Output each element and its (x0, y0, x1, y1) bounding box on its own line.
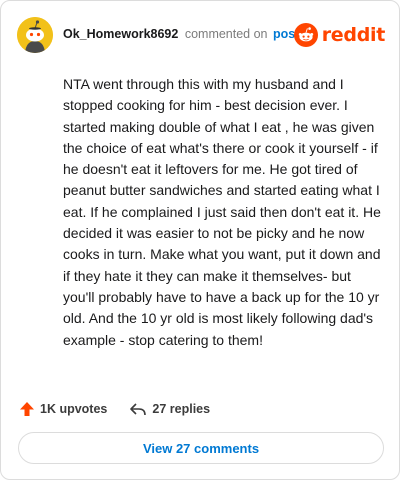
view-comments-button[interactable]: View 27 comments (18, 432, 384, 464)
commented-label: commented on (184, 27, 268, 41)
reply-count: 27 replies (152, 402, 211, 416)
replies-button[interactable]: 27 replies (129, 401, 210, 417)
comment-card: Ok_Homework8692 commented on post reddit… (0, 0, 400, 480)
brand-wordmark: reddit (321, 24, 386, 46)
username[interactable]: Ok_Homework8692 (63, 27, 178, 41)
comment-meta: Ok_Homework8692 commented on post (63, 27, 299, 41)
reddit-alien-icon (293, 23, 318, 47)
user-avatar[interactable] (17, 17, 53, 53)
reply-arrow-icon (130, 403, 147, 416)
upvote-arrow-icon (20, 402, 34, 416)
reddit-brand[interactable]: reddit (293, 21, 386, 49)
comment-body: NTA went through this with my husband an… (63, 76, 381, 348)
upvote-button[interactable]: 1K upvotes (19, 401, 107, 417)
upvote-count: 1K upvotes (40, 402, 108, 416)
comment-actions: 1K upvotes 27 replies (19, 399, 210, 419)
comment-header: Ok_Homework8692 commented on post reddit (17, 17, 385, 53)
snoo-avatar-icon (17, 17, 53, 53)
